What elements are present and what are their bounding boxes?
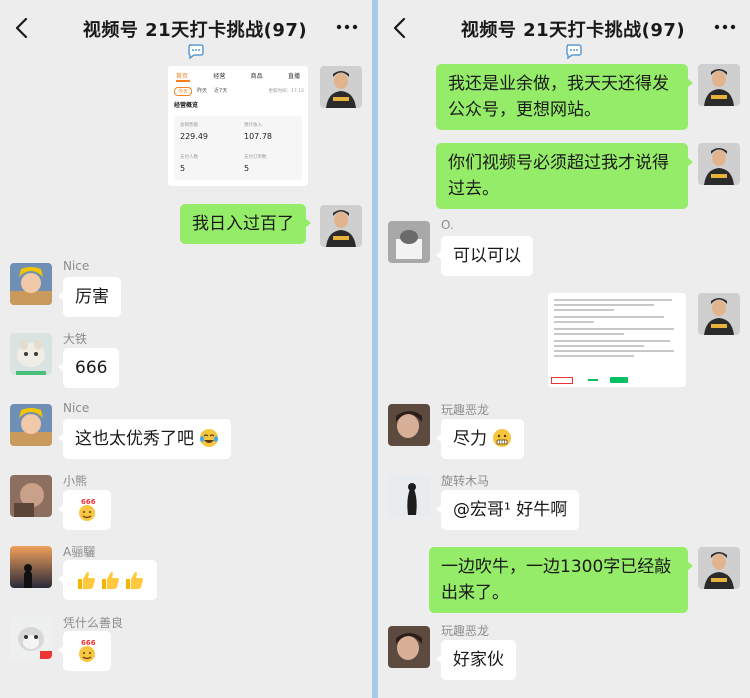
emoji-thumbs-up xyxy=(126,572,143,589)
member-nickname: A骊驪 xyxy=(63,545,96,559)
message-bubble-incoming[interactable]: 可以可以 xyxy=(436,236,533,276)
metric-value: 5 xyxy=(244,164,250,173)
dashboard-section-title: 经营概览 xyxy=(174,102,199,109)
message-bubble-incoming[interactable] xyxy=(58,560,157,600)
member-nickname: 大铁 xyxy=(63,332,88,346)
metric-label: 预计收入 xyxy=(244,123,262,128)
member-nickname: Nice xyxy=(63,259,90,273)
svg-text:666: 666 xyxy=(81,639,96,647)
message-bubble-incoming[interactable]: 这也太优秀了吧 xyxy=(57,419,232,459)
member-nickname: 凭什么善良 xyxy=(63,616,124,630)
avatar-member[interactable] xyxy=(388,404,430,446)
chat-title: 视频号 21天打卡挑战(97) xyxy=(82,20,308,41)
chat-panel-right: 视频号 21天打卡挑战(97) 我还是业余做，我天天还得发公众号，更想网站。 你… xyxy=(378,0,750,698)
document-green-button xyxy=(610,377,628,383)
emoji-thumbs-up xyxy=(102,572,119,589)
dashboard-tab: 直播 xyxy=(287,73,300,80)
document-toolbar-mark xyxy=(588,379,598,381)
avatar-member[interactable] xyxy=(10,617,52,659)
metric-value: 5 xyxy=(180,164,186,173)
dashboard-filter: 昨天 xyxy=(197,88,208,94)
message-bubble-incoming[interactable]: 尽力 xyxy=(435,419,525,459)
group-chat-icon xyxy=(188,44,204,60)
dashboard-screenshot-image[interactable]: 首页 经营 商品 直播 今天 昨天 近7天 更新时间：17:12 经营概览 总销… xyxy=(168,66,308,186)
avatar-self[interactable] xyxy=(320,205,362,247)
message-text: 这也太优秀了吧 xyxy=(75,429,194,449)
chat-panel-left: 视频号 21天打卡挑战(97) 首页 经营 商品 直播 今天 昨天 近7天 更新… xyxy=(0,0,372,698)
more-dots-icon[interactable] xyxy=(714,20,736,34)
chat-title-wrap: 视频号 21天打卡挑战(97) xyxy=(458,16,688,61)
emoji-666-face: 666 xyxy=(79,639,96,662)
message-bubble-outgoing[interactable]: 我日入过百了 xyxy=(180,204,311,244)
chat-header: 视频号 21天打卡挑战(97) xyxy=(0,0,372,60)
member-nickname: 小熊 xyxy=(63,474,88,488)
avatar-member[interactable] xyxy=(10,263,52,305)
message-bubble-outgoing[interactable]: 我还是业余做，我天天还得发公众号，更想网站。 xyxy=(436,64,693,130)
back-arrow-icon[interactable] xyxy=(10,14,36,42)
message-bubble-incoming[interactable]: 666 xyxy=(58,490,111,530)
back-arrow-icon[interactable] xyxy=(388,14,414,42)
svg-text:666: 666 xyxy=(81,498,96,506)
emoji-tears-of-joy xyxy=(200,429,219,447)
dashboard-filter: 近7天 xyxy=(214,88,228,94)
message-text: 尽力 xyxy=(453,429,487,449)
avatar-member[interactable] xyxy=(388,221,430,263)
avatar-member[interactable] xyxy=(10,333,52,375)
avatar-member[interactable] xyxy=(388,475,430,517)
message-bubble-outgoing[interactable]: 一边吹牛，一边1300字已经敲出来了。 xyxy=(429,547,693,613)
metric-label: 支付订单数 xyxy=(244,155,267,160)
dashboard-tab: 商品 xyxy=(250,73,263,80)
metric-label: 支付人数 xyxy=(180,155,198,160)
avatar-self[interactable] xyxy=(698,547,740,589)
avatar-self[interactable] xyxy=(698,293,740,335)
metric-value: 107.78 xyxy=(244,132,272,141)
avatar-member[interactable] xyxy=(10,404,52,446)
avatar-member[interactable] xyxy=(10,546,52,588)
dashboard-tab: 经营 xyxy=(213,73,226,80)
message-bubble-incoming[interactable]: 厉害 xyxy=(58,277,121,317)
avatar-self[interactable] xyxy=(698,143,740,185)
emoji-grimace xyxy=(493,429,512,447)
metric-label: 总销售额 xyxy=(180,123,198,128)
metric-value: 229.49 xyxy=(180,132,208,141)
member-nickname: Nice xyxy=(63,401,90,415)
message-bubble-incoming[interactable]: 666 xyxy=(58,631,111,671)
message-bubble-incoming[interactable]: 666 xyxy=(57,348,120,388)
message-bubble-incoming[interactable]: 好家伙 xyxy=(436,640,516,680)
chat-title: 视频号 21天打卡挑战(97) xyxy=(460,20,686,41)
emoji-thumbs-up xyxy=(78,572,95,589)
chat-header: 视频号 21天打卡挑战(97) xyxy=(378,0,750,60)
message-bubble-outgoing[interactable]: 你们视频号必须超过我才说得过去。 xyxy=(436,143,693,209)
member-nickname: 玩趣恶龙 xyxy=(441,624,490,638)
dashboard-update-time: 更新时间：17:12 xyxy=(268,89,304,94)
dashboard-tab: 首页 xyxy=(176,73,189,80)
dashboard-filter: 今天 xyxy=(174,87,193,96)
avatar-member[interactable] xyxy=(388,626,430,668)
document-text-block xyxy=(554,299,678,357)
document-screenshot-image[interactable] xyxy=(548,293,686,387)
more-dots-icon[interactable] xyxy=(336,20,358,34)
avatar-self[interactable] xyxy=(698,64,740,106)
message-bubble-incoming[interactable]: @宏哥¹ 好牛啊 xyxy=(435,490,580,530)
avatar-self[interactable] xyxy=(320,66,362,108)
member-nickname: O. xyxy=(441,218,454,232)
chat-title-wrap: 视频号 21天打卡挑战(97) xyxy=(80,16,310,61)
member-nickname: 玩趣恶龙 xyxy=(441,403,490,417)
group-chat-icon xyxy=(566,44,582,60)
member-nickname: 旋转木马 xyxy=(441,474,490,488)
emoji-666-face: 666 xyxy=(79,498,96,521)
document-highlight-box xyxy=(551,377,573,384)
avatar-member[interactable] xyxy=(10,475,52,517)
